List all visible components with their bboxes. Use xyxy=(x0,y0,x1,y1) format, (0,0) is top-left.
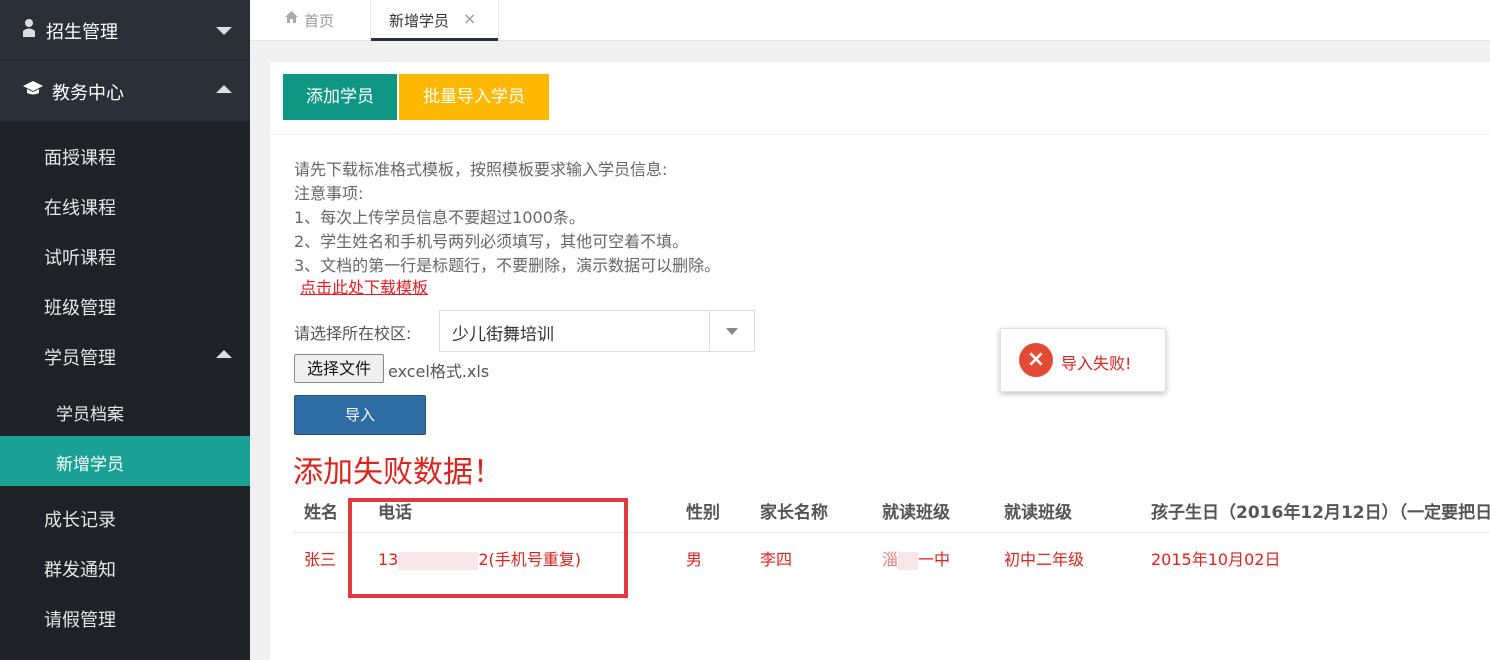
fail-data-title: 添加失败数据！ xyxy=(293,455,503,490)
column-header: 就读班级 xyxy=(1004,503,1072,523)
campus-label: 请选择所在校区: xyxy=(294,324,412,343)
error-icon: × xyxy=(1019,343,1053,377)
tab-label: 新增学员 xyxy=(389,12,450,30)
file-name-text: excel格式.xls xyxy=(388,362,490,381)
toolbar: 添加学员 批量导入学员 xyxy=(270,62,1490,135)
highlight-box xyxy=(348,498,628,598)
sidebar-item-label: 班级管理 xyxy=(44,298,116,319)
chevron-up-icon xyxy=(216,350,232,358)
school-prefix: 淄 xyxy=(882,550,899,569)
sidebar-item-inperson-courses[interactable]: 面授课程 xyxy=(0,130,250,180)
chevron-down-icon xyxy=(216,27,232,35)
sidebar-group-enrollment[interactable]: 招生管理 xyxy=(0,0,250,60)
sidebar-item-label: 请假管理 xyxy=(44,610,116,631)
graduation-cap-icon xyxy=(22,79,44,102)
sidebar-item-trial-courses[interactable]: 试听课程 xyxy=(0,230,250,280)
instruction-line: 1、每次上传学员信息不要超过1000条。 xyxy=(294,208,585,227)
cell-class: 初中二年级 xyxy=(1004,550,1085,569)
sidebar-item-growth-records[interactable]: 成长记录 xyxy=(0,492,250,542)
school-suffix: 一中 xyxy=(918,550,951,569)
home-icon xyxy=(284,10,299,28)
add-student-button[interactable]: 添加学员 xyxy=(283,74,397,120)
download-template-link[interactable]: 点击此处下载模板 xyxy=(300,274,428,298)
instruction-line: 请先下载标准格式模板，按照模板要求输入学员信息: xyxy=(294,160,668,179)
sidebar-item-label: 学员管理 xyxy=(44,348,116,369)
instruction-line: 注意事项: xyxy=(294,184,364,203)
sidebar-item-label: 在线课程 xyxy=(44,198,116,219)
close-icon[interactable]: × xyxy=(463,9,476,28)
column-header: 就读班级 xyxy=(882,503,950,523)
choose-file-button[interactable]: 选择文件 xyxy=(294,354,384,383)
tab-add-student[interactable]: 新增学员 × xyxy=(370,0,499,41)
sidebar-item-leave-management[interactable]: 请假管理 xyxy=(0,592,250,642)
tab-bar: 首页 新增学员 × xyxy=(250,0,1490,41)
sidebar-item-class-management[interactable]: 班级管理 xyxy=(0,280,250,330)
redacted-blur xyxy=(898,551,919,570)
tab-home[interactable]: 首页 xyxy=(270,0,370,40)
cell-name: 张三 xyxy=(304,550,337,569)
cell-gender: 男 xyxy=(686,550,703,569)
select-divider xyxy=(709,311,710,351)
column-header: 孩子生日（2016年12月12日）（一定要把日 xyxy=(1151,503,1490,523)
sidebar-item-student-management[interactable]: 学员管理 xyxy=(0,330,250,380)
instruction-line: 3、文档的第一行是标题行，不要删除，演示数据可以删除。 xyxy=(294,256,721,275)
column-header: 性别 xyxy=(686,503,720,523)
main-card: 添加学员 批量导入学员 请先下载标准格式模板，按照模板要求输入学员信息: 注意事… xyxy=(270,62,1490,660)
sidebar-item-label: 群发通知 xyxy=(44,560,116,581)
campus-select-value: 少儿街舞培训 xyxy=(452,325,554,345)
tab-home-label: 首页 xyxy=(304,12,335,30)
sidebar-group-label: 教务中心 xyxy=(52,83,124,104)
sidebar-item-label: 学员档案 xyxy=(56,405,124,425)
sidebar-item-student-records[interactable]: 学员档案 xyxy=(0,386,250,436)
sidebar-item-bulk-notification[interactable]: 群发通知 xyxy=(0,542,250,592)
cell-school: 淄一中 xyxy=(882,546,950,570)
sidebar-group-label: 招生管理 xyxy=(46,22,118,43)
campus-select[interactable]: 少儿街舞培训 xyxy=(439,310,755,352)
instruction-line: 2、学生姓名和手机号两列必须填写，其他可空着不填。 xyxy=(294,232,689,251)
column-header: 家长名称 xyxy=(760,503,828,523)
toast-message: 导入失败! xyxy=(1061,354,1132,373)
chevron-down-icon xyxy=(726,328,738,335)
sidebar-item-add-student[interactable]: 新增学员 xyxy=(0,436,250,486)
import-button[interactable]: 导入 xyxy=(294,395,426,435)
tab-active-indicator xyxy=(371,38,498,41)
sidebar-item-label: 面授课程 xyxy=(44,148,116,169)
sidebar-item-online-courses[interactable]: 在线课程 xyxy=(0,180,250,230)
cell-birthday: 2015年10月02日 xyxy=(1151,550,1281,569)
sidebar: 招生管理 教务中心 面授课程 在线课程 试听课程 班级管理 学员管理 学员档案 … xyxy=(0,0,250,660)
chevron-up-icon xyxy=(216,85,232,93)
sidebar-item-label: 成长记录 xyxy=(44,510,116,531)
sidebar-item-label: 试听课程 xyxy=(44,248,116,269)
error-toast: × 导入失败! xyxy=(1000,328,1166,392)
batch-import-button[interactable]: 批量导入学员 xyxy=(399,74,549,120)
cell-parent: 李四 xyxy=(760,550,793,569)
sidebar-item-label: 新增学员 xyxy=(56,455,124,475)
sidebar-group-academic[interactable]: 教务中心 xyxy=(0,61,250,121)
user-icon xyxy=(22,18,36,43)
column-header: 姓名 xyxy=(304,503,338,523)
